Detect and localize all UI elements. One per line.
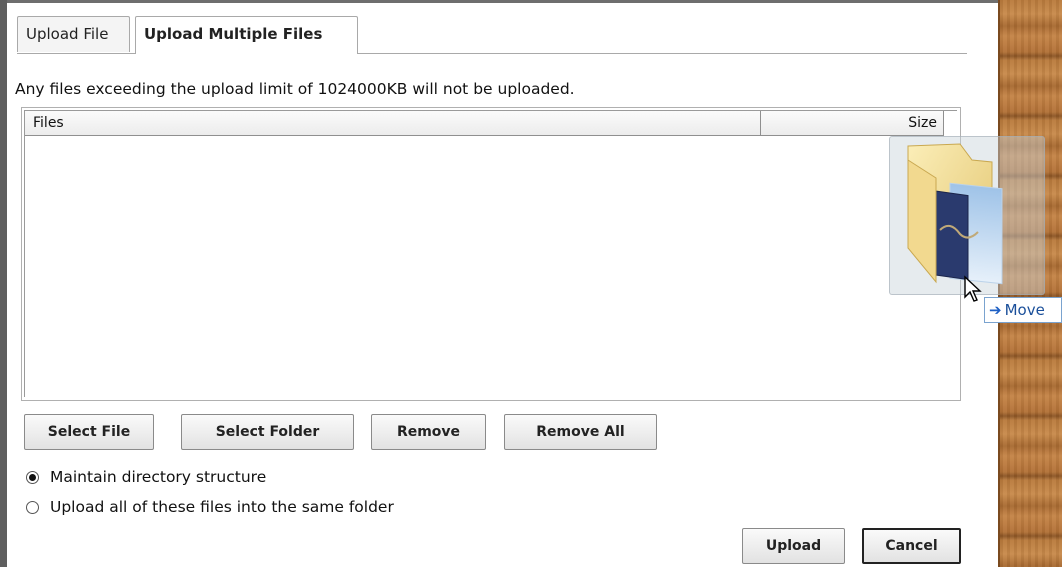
option-label: Upload all of these files into the same … bbox=[50, 498, 394, 516]
file-list-inner: Files Size bbox=[24, 110, 957, 397]
file-list[interactable]: Files Size bbox=[21, 107, 961, 401]
cancel-button[interactable]: Cancel bbox=[862, 528, 961, 564]
upload-button[interactable]: Upload bbox=[742, 528, 845, 564]
tab-upload-multiple-files[interactable]: Upload Multiple Files bbox=[135, 16, 358, 54]
move-tooltip: ➔ Move bbox=[984, 297, 1062, 323]
tab-bar: Upload File Upload Multiple Files bbox=[17, 13, 967, 54]
select-folder-button[interactable]: Select Folder bbox=[181, 414, 354, 450]
remove-button[interactable]: Remove bbox=[371, 414, 486, 450]
window-frame-left bbox=[0, 0, 7, 567]
radio-button-selected[interactable] bbox=[26, 471, 39, 484]
folder-icon bbox=[907, 143, 1003, 285]
option-label: Maintain directory structure bbox=[50, 468, 267, 486]
upload-dialog: Upload File Upload Multiple Files Any fi… bbox=[7, 3, 998, 567]
remove-all-button[interactable]: Remove All bbox=[504, 414, 657, 450]
column-header-size[interactable]: Size bbox=[761, 111, 944, 136]
column-header-files[interactable]: Files bbox=[25, 111, 761, 136]
cursor-arrow-icon bbox=[964, 275, 982, 302]
move-tooltip-label: Move bbox=[1004, 301, 1045, 319]
tab-upload-file[interactable]: Upload File bbox=[17, 16, 130, 52]
radio-button[interactable] bbox=[26, 501, 39, 514]
arrow-right-icon: ➔ bbox=[989, 301, 1002, 319]
upload-limit-notice: Any files exceeding the upload limit of … bbox=[15, 80, 575, 98]
select-file-button[interactable]: Select File bbox=[24, 414, 154, 450]
